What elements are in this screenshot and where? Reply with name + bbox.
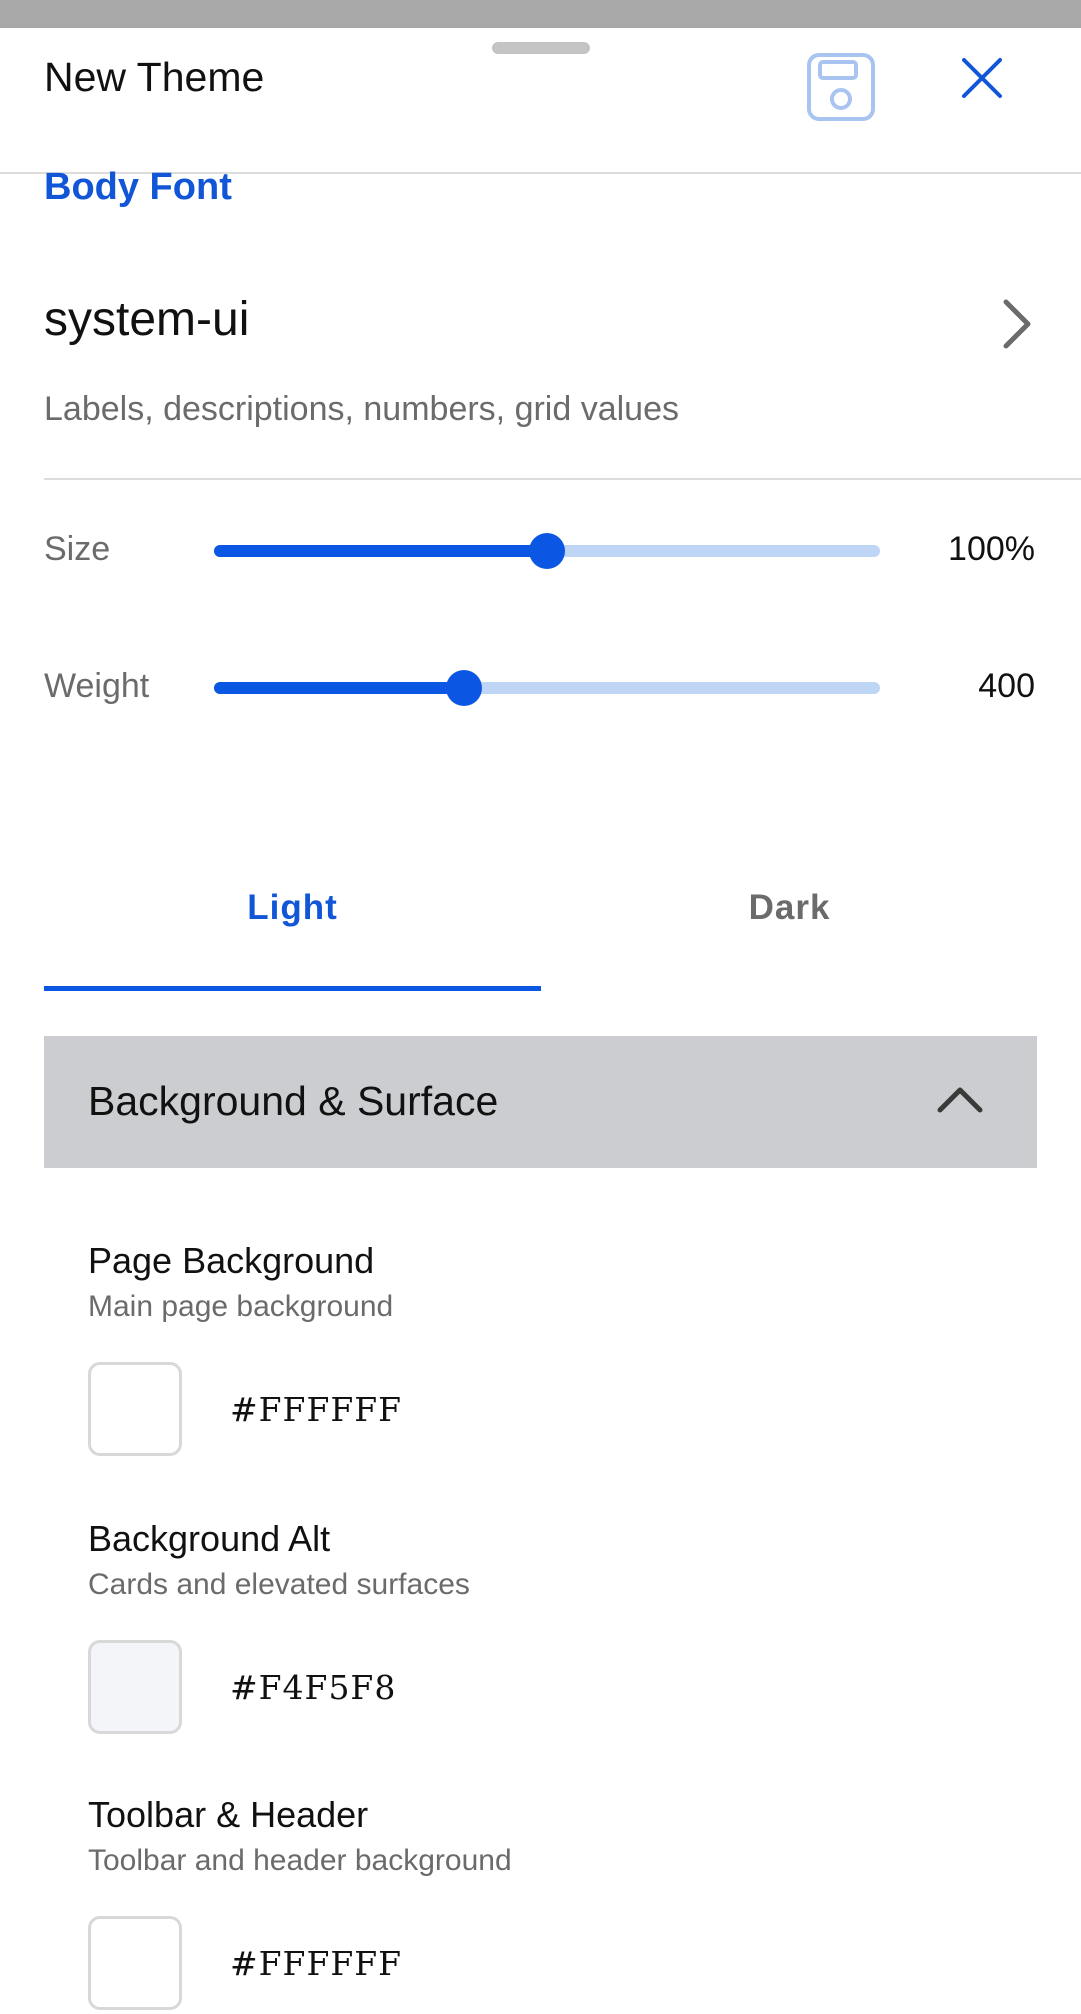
close-icon xyxy=(962,58,1002,98)
weight-slider[interactable] xyxy=(214,670,880,706)
color-hex-value[interactable]: #F4F5F8 xyxy=(230,1668,396,1707)
color-description: Cards and elevated surfaces xyxy=(88,1568,470,1601)
weight-value: 400 xyxy=(978,667,1035,705)
color-hex-value[interactable]: #FFFFFF xyxy=(230,1944,402,1983)
color-hex-value[interactable]: #FFFFFF xyxy=(230,1390,402,1429)
weight-slider-thumb[interactable] xyxy=(445,670,482,706)
weight-slider-fill xyxy=(214,682,464,694)
font-description: Labels, descriptions, numbers, grid valu… xyxy=(44,390,679,428)
status-bar-backdrop xyxy=(0,0,1081,28)
save-button[interactable] xyxy=(806,52,876,122)
font-picker-row[interactable]: system-ui xyxy=(0,260,1081,370)
color-item-page-background: Page Background Main page background #FF… xyxy=(88,1240,988,1460)
mode-tabs: Light Dark xyxy=(44,870,1038,991)
font-divider xyxy=(44,478,1081,480)
tab-light[interactable]: Light xyxy=(44,870,541,990)
color-swatch[interactable] xyxy=(88,1916,182,2010)
size-slider-row: Size 100% xyxy=(0,520,1081,580)
weight-label: Weight xyxy=(44,667,150,705)
size-value: 100% xyxy=(948,530,1035,568)
size-slider-fill xyxy=(214,545,547,557)
floppy-disk-icon xyxy=(807,53,875,121)
color-swatch[interactable] xyxy=(88,1362,182,1456)
color-name: Page Background xyxy=(88,1240,375,1281)
color-swatch[interactable] xyxy=(88,1640,182,1734)
close-button[interactable] xyxy=(956,52,1008,104)
sheet-grabber-handle[interactable] xyxy=(492,42,590,54)
color-name: Toolbar & Header xyxy=(88,1794,369,1835)
page-title: New Theme xyxy=(44,54,265,100)
chevron-up-icon xyxy=(937,1087,983,1113)
accordion-title: Background & Surface xyxy=(88,1078,499,1124)
active-tab-indicator xyxy=(44,986,541,991)
weight-slider-row: Weight 400 xyxy=(0,657,1081,717)
font-name-value: system-ui xyxy=(44,293,250,346)
size-label: Size xyxy=(44,530,111,568)
size-slider[interactable] xyxy=(214,533,880,569)
color-name: Background Alt xyxy=(88,1518,331,1559)
chevron-right-icon xyxy=(1003,299,1031,349)
color-description: Main page background xyxy=(88,1290,394,1323)
body-font-section-label: Body Font xyxy=(44,166,232,208)
tab-dark[interactable]: Dark xyxy=(541,870,1038,990)
color-item-background-alt: Background Alt Cards and elevated surfac… xyxy=(88,1518,988,1738)
background-surface-accordion-header[interactable]: Background & Surface xyxy=(44,1036,1037,1168)
color-item-toolbar-header: Toolbar & Header Toolbar and header back… xyxy=(88,1794,988,2014)
color-description: Toolbar and header background xyxy=(88,1844,512,1877)
size-slider-thumb[interactable] xyxy=(529,533,565,569)
